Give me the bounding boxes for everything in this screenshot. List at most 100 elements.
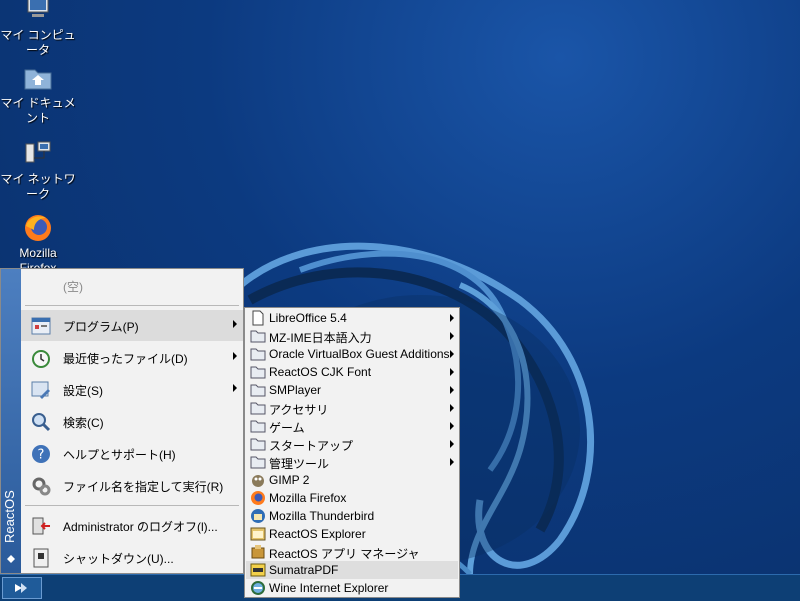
thunderbird-icon: [251, 509, 265, 523]
recent-documents-icon: [32, 350, 50, 368]
submenu-arrow-icon: [450, 422, 454, 430]
submenu-arrow-icon: [450, 332, 454, 340]
menu-item-label: GIMP 2: [269, 473, 310, 487]
folder-doc-icon: [252, 310, 264, 326]
submenu-arrow-icon: [450, 368, 454, 376]
programs-item-firefox[interactable]: Mozilla Firefox: [246, 489, 458, 507]
sumatrapdf-icon: [250, 563, 266, 577]
desktop-icon-label: マイ ネットワーク: [0, 172, 76, 201]
menu-item-label: スタートアップ: [269, 439, 354, 453]
start-menu-item-settings[interactable]: 設定(S): [21, 374, 243, 405]
menu-item-label: Administrator のログオフ(l)...: [63, 520, 218, 534]
programs-item-smplayer[interactable]: SMPlayer: [246, 381, 458, 399]
menu-item-label: アクセサリ: [269, 403, 329, 417]
menu-item-label: ゲーム: [269, 421, 305, 435]
folder-icon: [250, 438, 266, 451]
programs-item-accessories[interactable]: アクセサリ: [246, 399, 458, 417]
search-icon: [32, 413, 51, 432]
settings-icon: [31, 381, 50, 399]
menu-item-label: 最近使ったファイル(D): [63, 352, 188, 366]
menu-separator: [25, 305, 239, 306]
desktop-icon-my-network[interactable]: マイ ネットワーク: [0, 138, 76, 202]
start-menu-banner: ReactOS: [1, 269, 21, 573]
folder-icon: [250, 366, 266, 379]
menu-item-label: プログラム(P): [63, 320, 139, 334]
programs-item-gimp[interactable]: GIMP 2: [246, 471, 458, 489]
menu-item-label: 検索(C): [63, 416, 104, 430]
folder-icon: [250, 402, 266, 415]
programs-item-admin-tools[interactable]: 管理ツール: [246, 453, 458, 471]
internet-explorer-icon: [251, 581, 265, 595]
folder-icon: [250, 384, 266, 397]
help-icon: ?: [32, 445, 50, 463]
desktop-icon-label: マイ コンピュータ: [0, 28, 76, 57]
submenu-arrow-icon: [450, 440, 454, 448]
reactos-logo-icon: [7, 555, 15, 563]
submenu-arrow-icon: [233, 384, 237, 392]
documents-folder-icon: [24, 69, 52, 90]
programs-item-sumatrapdf[interactable]: SumatraPDF: [246, 561, 458, 579]
programs-item-virtualbox[interactable]: Oracle VirtualBox Guest Additions: [246, 345, 458, 363]
menu-item-label: シャットダウン(U)...: [63, 552, 174, 566]
logoff-icon: [32, 517, 50, 535]
menu-item-label: ReactOS Explorer: [269, 527, 366, 541]
menu-item-label: SMPlayer: [269, 383, 322, 397]
programs-icon: [31, 317, 51, 335]
submenu-arrow-icon: [233, 320, 237, 328]
explorer-icon: [250, 527, 266, 541]
menu-item-label: Wine Internet Explorer: [269, 581, 389, 595]
folder-icon: [250, 330, 266, 343]
start-button[interactable]: [2, 577, 42, 599]
start-menu-empty-item: (空): [21, 269, 243, 300]
programs-item-startup[interactable]: スタートアップ: [246, 435, 458, 453]
empty-label: (空): [63, 280, 83, 294]
folder-icon: [250, 456, 266, 469]
computer-icon: [27, 0, 49, 17]
menu-item-label: 設定(S): [63, 384, 103, 398]
programs-item-app-manager[interactable]: ReactOS アプリ マネージャ: [246, 543, 458, 561]
menu-item-label: MZ-IME日本語入力: [269, 331, 372, 345]
programs-item-cjk-font[interactable]: ReactOS CJK Font: [246, 363, 458, 381]
desktop-icon-my-computer[interactable]: マイ コンピュータ: [0, 0, 76, 58]
start-menu-item-logoff[interactable]: Administrator のログオフ(l)...: [21, 510, 243, 541]
menu-item-label: Oracle VirtualBox Guest Additions: [269, 347, 450, 361]
desktop-icon-my-documents[interactable]: マイ ドキュメント: [0, 62, 76, 126]
programs-item-explorer[interactable]: ReactOS Explorer: [246, 525, 458, 543]
programs-item-mz-ime[interactable]: MZ-IME日本語入力: [246, 327, 458, 345]
shutdown-icon: [33, 548, 49, 568]
menu-item-label: ヘルプとサポート(H): [63, 448, 176, 462]
submenu-arrow-icon: [450, 314, 454, 322]
firefox-icon: [25, 215, 51, 241]
start-menu-item-run[interactable]: ファイル名を指定して実行(R): [21, 470, 243, 501]
desktop-icon-firefox[interactable]: Mozilla Firefox: [0, 212, 76, 276]
start-menu-item-programs[interactable]: プログラム(P): [21, 310, 243, 341]
submenu-arrow-icon: [450, 386, 454, 394]
start-menu-item-search[interactable]: 検索(C): [21, 406, 243, 437]
firefox-icon: [251, 491, 265, 505]
menu-item-label: Mozilla Thunderbird: [269, 509, 375, 523]
programs-item-games[interactable]: ゲーム: [246, 417, 458, 435]
programs-item-thunderbird[interactable]: Mozilla Thunderbird: [246, 507, 458, 525]
run-icon: [32, 477, 51, 496]
start-menu-brand: ReactOS: [2, 490, 17, 543]
app-manager-icon: [251, 545, 265, 559]
submenu-arrow-icon: [450, 404, 454, 412]
reactos-logo-icon: [15, 583, 27, 593]
programs-item-wine-ie[interactable]: Wine Internet Explorer: [246, 579, 458, 597]
svg-text:?: ?: [38, 448, 45, 463]
start-menu: ReactOS (空) プログラム(P) 最近使ったファイル(D) 設定(S): [0, 268, 244, 574]
menu-item-label: LibreOffice 5.4: [269, 311, 347, 325]
menu-item-label: ReactOS CJK Font: [269, 365, 372, 379]
start-menu-item-recent-documents[interactable]: 最近使ったファイル(D): [21, 342, 243, 373]
submenu-arrow-icon: [450, 458, 454, 466]
folder-icon: [250, 420, 266, 433]
menu-separator: [25, 505, 239, 506]
menu-item-label: Mozilla Firefox: [269, 491, 347, 505]
folder-icon: [250, 348, 266, 361]
start-menu-item-help[interactable]: ? ヘルプとサポート(H): [21, 438, 243, 469]
start-menu-item-shutdown[interactable]: シャットダウン(U)...: [21, 542, 243, 573]
desktop-icon-label: マイ ドキュメント: [0, 96, 76, 125]
menu-item-label: 管理ツール: [269, 457, 330, 471]
gimp-icon: [252, 475, 264, 487]
programs-item-libreoffice[interactable]: LibreOffice 5.4: [246, 309, 458, 327]
